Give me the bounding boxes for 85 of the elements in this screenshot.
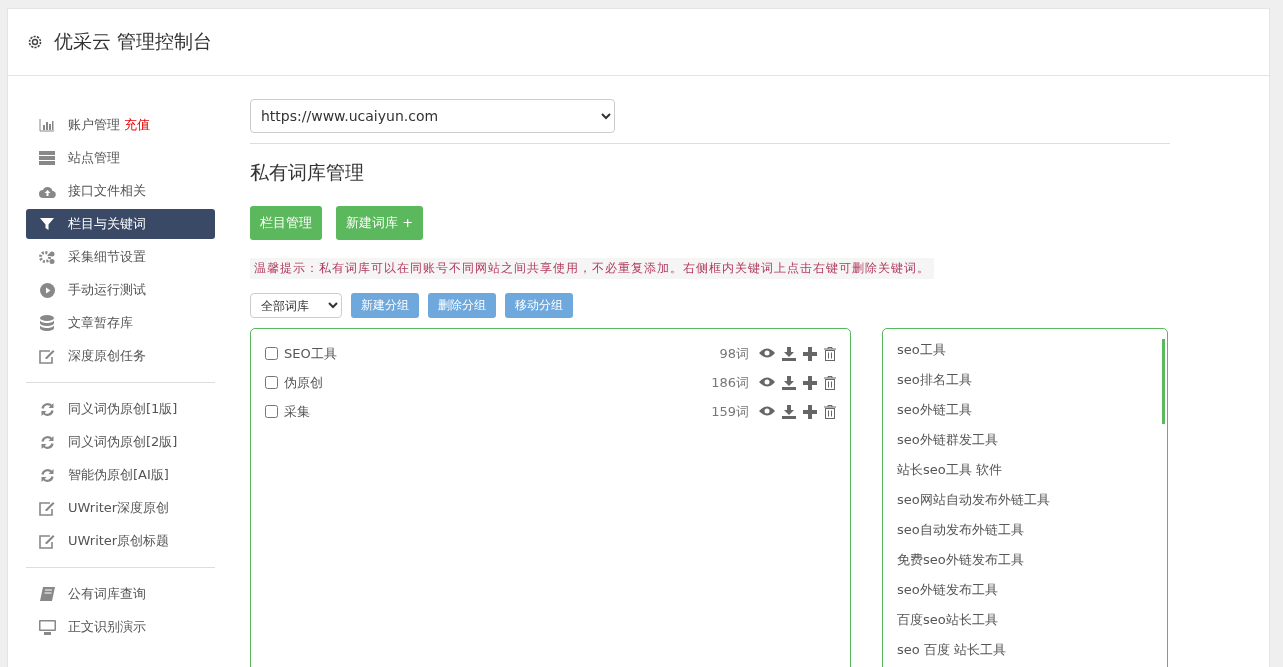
section-title: 私有词库管理 xyxy=(250,160,365,185)
sidebar-item[interactable]: 手动运行测试 xyxy=(26,275,215,305)
console-title: 优采云 管理控制台 xyxy=(54,29,213,54)
server-icon xyxy=(39,151,55,165)
sidebar-label: 采集细节设置 xyxy=(68,248,146,266)
sidebar-label: 文章暂存库 xyxy=(68,314,133,332)
refresh-icon xyxy=(39,434,55,450)
keyword-item[interactable]: seo自动发布外链工具 xyxy=(897,515,1153,545)
word-count: 98词 xyxy=(719,344,749,363)
scrollbar[interactable] xyxy=(1162,339,1165,424)
sidebar-item[interactable]: 采集细节设置 xyxy=(26,242,215,272)
keyword-item[interactable]: 百度seo站长工具 xyxy=(897,605,1153,635)
settings-icon xyxy=(26,33,44,51)
sidebar-label: 正文识别演示 xyxy=(68,618,146,636)
library-name: 伪原创 xyxy=(284,373,324,392)
gears-icon xyxy=(38,249,56,265)
trash-icon[interactable] xyxy=(824,404,836,419)
edit-icon xyxy=(39,348,55,364)
sidebar-item[interactable]: 同义词伪原创[2版] xyxy=(26,427,215,457)
sidebar-label: 手动运行测试 xyxy=(68,281,146,299)
sidebar-label: 站点管理 xyxy=(68,149,120,167)
keyword-item[interactable]: seo工具 xyxy=(897,335,1153,365)
sidebar-item[interactable]: 站点管理 xyxy=(26,143,215,173)
sidebar-item[interactable]: UWriter深度原创 xyxy=(26,493,215,523)
plus-icon[interactable] xyxy=(803,375,817,390)
refresh-icon xyxy=(39,401,55,417)
library-checkbox[interactable] xyxy=(265,376,278,389)
recharge-link[interactable]: 充值 xyxy=(124,116,150,134)
sidebar-label: 接口文件相关 xyxy=(68,182,146,200)
download-icon[interactable] xyxy=(782,346,796,361)
sidebar-label: 公有词库查询 xyxy=(68,585,146,603)
trash-icon[interactable] xyxy=(824,375,836,390)
sidebar-label: 同义词伪原创[2版] xyxy=(68,433,178,451)
sidebar-label: 深度原创任务 xyxy=(68,347,146,365)
eye-icon[interactable] xyxy=(759,375,775,388)
library-name: SEO工具 xyxy=(284,344,338,363)
tip-text: 温馨提示：私有词库可以在同账号不同网站之间共享使用，不必重复添加。右侧框内关键词上点击右键可删除关键词。 xyxy=(250,258,934,279)
sidebar-label: UWriter深度原创 xyxy=(68,499,170,517)
sidebar-item[interactable]: 文章暂存库 xyxy=(26,308,215,338)
sidebar-label: 同义词伪原创[1版] xyxy=(68,400,178,418)
play-icon xyxy=(39,282,55,298)
sidebar-item[interactable]: 正文识别演示 xyxy=(26,612,215,642)
sidebar-item[interactable]: 深度原创任务 xyxy=(26,341,215,371)
word-count: 186词 xyxy=(711,373,749,392)
sidebar-item[interactable]: 同义词伪原创[1版] xyxy=(26,394,215,424)
library-checkbox[interactable] xyxy=(265,347,278,360)
download-icon[interactable] xyxy=(782,375,796,390)
sidebar-label: 智能伪原创[AI版] xyxy=(68,466,169,484)
keyword-item[interactable]: seo网站自动发布外链工具 xyxy=(897,485,1153,515)
bar-chart-icon xyxy=(39,118,55,132)
keyword-item[interactable]: 免费seo外链发布工具 xyxy=(897,545,1153,575)
library-checkbox[interactable] xyxy=(265,405,278,418)
edit-icon xyxy=(39,533,55,549)
site-select[interactable]: https://www.ucaiyun.com xyxy=(250,99,615,133)
download-icon[interactable] xyxy=(782,404,796,419)
trash-icon[interactable] xyxy=(824,346,836,361)
library-name: 采集 xyxy=(284,402,311,421)
sidebar-item[interactable]: 公有词库查询 xyxy=(26,579,215,609)
sidebar-item[interactable]: 账户管理 充值 xyxy=(26,110,215,140)
sidebar-label: 账户管理 xyxy=(68,116,120,134)
keyword-item[interactable]: 站长seo工具 软件 xyxy=(897,455,1153,485)
sidebar-item[interactable]: UWriter原创标题 xyxy=(26,526,215,556)
keyword-item[interactable]: seo外链群发工具 xyxy=(897,425,1153,455)
sidebar-item[interactable]: 智能伪原创[AI版] xyxy=(26,460,215,490)
plus-icon[interactable] xyxy=(803,404,817,419)
sidebar-label: 栏目与关键词 xyxy=(68,215,146,233)
database-icon xyxy=(40,315,54,331)
word-count: 159词 xyxy=(711,402,749,421)
sidebar-item[interactable]: 栏目与关键词 xyxy=(26,209,215,239)
eye-icon[interactable] xyxy=(759,346,775,359)
keyword-item[interactable]: seo 百度 站长工具 xyxy=(897,635,1153,665)
book-icon xyxy=(39,586,55,602)
library-filter-select[interactable]: 全部词库 xyxy=(250,293,342,318)
plus-icon[interactable] xyxy=(803,346,817,361)
eye-icon[interactable] xyxy=(759,404,775,417)
sidebar-item[interactable]: 接口文件相关 xyxy=(26,176,215,206)
edit-icon xyxy=(39,500,55,516)
filter-icon xyxy=(40,217,54,231)
cloud-upload-icon xyxy=(38,184,56,198)
keyword-item[interactable]: seo排名工具 xyxy=(897,365,1153,395)
monitor-icon xyxy=(38,619,56,635)
sidebar-label: UWriter原创标题 xyxy=(68,532,170,550)
refresh-icon xyxy=(39,467,55,483)
keyword-item[interactable]: seo外链发布工具 xyxy=(897,575,1153,605)
keyword-item[interactable]: seo外链工具 xyxy=(897,395,1153,425)
